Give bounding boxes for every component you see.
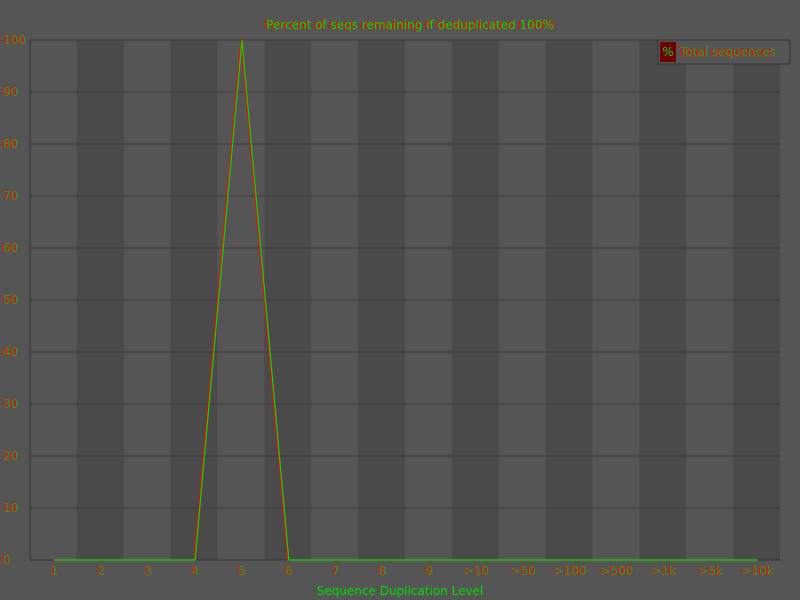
- y-tick-label-green: 70: [3, 189, 18, 203]
- y-tick-label-green: 20: [3, 449, 18, 463]
- y-tick-label-green: 40: [3, 345, 18, 359]
- legend-symbol: %: [662, 45, 673, 59]
- x-tick-label-green: 4: [191, 564, 199, 578]
- legend: % Total sequences Total sequences: [657, 39, 791, 65]
- x-tick-label-green: 2: [97, 564, 105, 578]
- x-tick-label-green: 6: [285, 564, 293, 578]
- y-tick-label-green: 0: [3, 553, 11, 567]
- x-tick-label-green: >50: [511, 564, 536, 578]
- y-tick-label-green: 60: [3, 241, 18, 255]
- legend-label-green: Total sequences: [679, 45, 776, 59]
- x-tick-label-green: >100: [554, 564, 587, 578]
- x-tick-label-green: 5: [238, 564, 246, 578]
- x-tick-label-green: >10: [464, 564, 489, 578]
- y-tick-label-green: 30: [3, 397, 18, 411]
- x-tick-label-green: 8: [379, 564, 387, 578]
- y-tick-label-green: 100: [3, 33, 26, 47]
- chart-title-green: Percent of seqs remaining if deduplicate…: [266, 18, 554, 32]
- x-tick-label-green: >5k: [698, 564, 723, 578]
- y-tick-label-green: 10: [3, 501, 18, 515]
- x-tick-labels: 11 22 33 44 55 66 77 88 99 >10>10 >50>50 >100>100 >5…: [50, 564, 774, 578]
- y-tick-labels: 0010102020303040405050606070708080909010…: [2, 33, 26, 567]
- y-tick-label-green: 50: [3, 293, 18, 307]
- y-tick-label-green: 90: [3, 85, 18, 99]
- x-tick-label-green: 1: [51, 564, 59, 578]
- duplication-chart: 0010102020303040405050606070708080909010…: [2, 18, 791, 598]
- x-tick-label-green: 7: [332, 564, 340, 578]
- x-tick-label-green: 3: [144, 564, 152, 578]
- y-tick-label-green: 80: [3, 137, 18, 151]
- x-tick-label-green: >1k: [651, 564, 676, 578]
- x-tick-label-green: >10k: [741, 564, 773, 578]
- x-tick-label-green: 9: [426, 564, 434, 578]
- x-tick-label-green: >500: [600, 564, 633, 578]
- x-axis-title: Sequence Duplication Level: [317, 584, 484, 598]
